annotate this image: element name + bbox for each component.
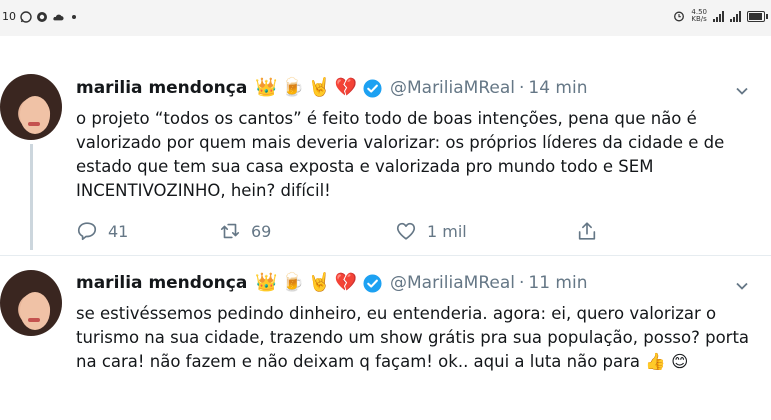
name-emojis: 👑 🍺 🤘 💔 (255, 78, 357, 98)
tweet-text: o projeto “todos os cantos” é feito todo… (76, 109, 725, 200)
network-speed: 4.50 KB/s (691, 8, 707, 23)
signal-icon (730, 10, 741, 22)
heart-icon (396, 222, 416, 240)
whatsapp-icon (20, 10, 32, 23)
avatar[interactable] (0, 270, 62, 336)
share-icon (578, 222, 596, 240)
user-handle[interactable]: @MariliaMReal (390, 273, 515, 293)
display-name[interactable]: marilia mendonça (76, 273, 247, 293)
display-name[interactable]: marilia mendonça (76, 78, 247, 98)
chrome-icon (37, 11, 47, 22)
reply-icon (77, 222, 97, 241)
rock-hand-emoji: 🤘 (308, 77, 331, 98)
status-time: 10 (2, 10, 16, 23)
battery-icon (747, 10, 768, 22)
tweet-text: se estivéssemos pedindo dinheiro, eu ent… (76, 304, 750, 371)
cloud-icon (53, 14, 64, 20)
beer-emoji: 🍺 (281, 272, 305, 293)
name-emojis: 👑 🍺 🤘 💔 (255, 273, 357, 293)
crown-emoji: 👑 (255, 272, 278, 293)
verified-badge-icon (363, 78, 382, 98)
tweet-header: marilia mendonça 👑 🍺 🤘 💔 @MariliaMReal ·… (76, 78, 587, 99)
crown-emoji: 👑 (255, 77, 278, 98)
user-handle[interactable]: @MariliaMReal (390, 78, 515, 98)
tweet-timestamp[interactable]: 11 min (528, 273, 587, 293)
tweet-divider (0, 255, 771, 256)
alarm-icon (674, 11, 685, 22)
beer-emoji: 🍺 (281, 77, 305, 98)
tweet-timestamp[interactable]: 14 min (528, 78, 587, 98)
broken-heart-emoji: 💔 (334, 77, 357, 98)
reply-button[interactable]: 41 (76, 220, 219, 242)
rock-hand-emoji: 🤘 (308, 272, 331, 293)
chevron-down-icon[interactable] (735, 279, 749, 293)
like-button[interactable]: 1 mil (395, 220, 576, 242)
retweet-icon (220, 223, 240, 239)
retweet-button[interactable]: 69 (219, 220, 395, 242)
dot-icon (72, 14, 76, 19)
signal-icon (713, 10, 724, 22)
like-count: 1 mil (427, 221, 467, 241)
tweet-header: marilia mendonça 👑 🍺 🤘 💔 @MariliaMReal ·… (76, 273, 587, 294)
tweet-actions: 41 69 1 mil (76, 220, 598, 242)
thread-line (30, 144, 33, 250)
separator-dot: · (518, 273, 525, 293)
separator-dot: · (518, 78, 525, 98)
status-bar: 10 4.50 KB/s (0, 0, 771, 36)
retweet-count: 69 (251, 221, 272, 241)
share-button[interactable] (576, 220, 598, 242)
broken-heart-emoji: 💔 (334, 272, 357, 293)
reply-count: 41 (108, 221, 129, 241)
chevron-down-icon[interactable] (735, 84, 749, 98)
avatar[interactable] (0, 74, 62, 140)
verified-badge-icon (363, 273, 382, 293)
